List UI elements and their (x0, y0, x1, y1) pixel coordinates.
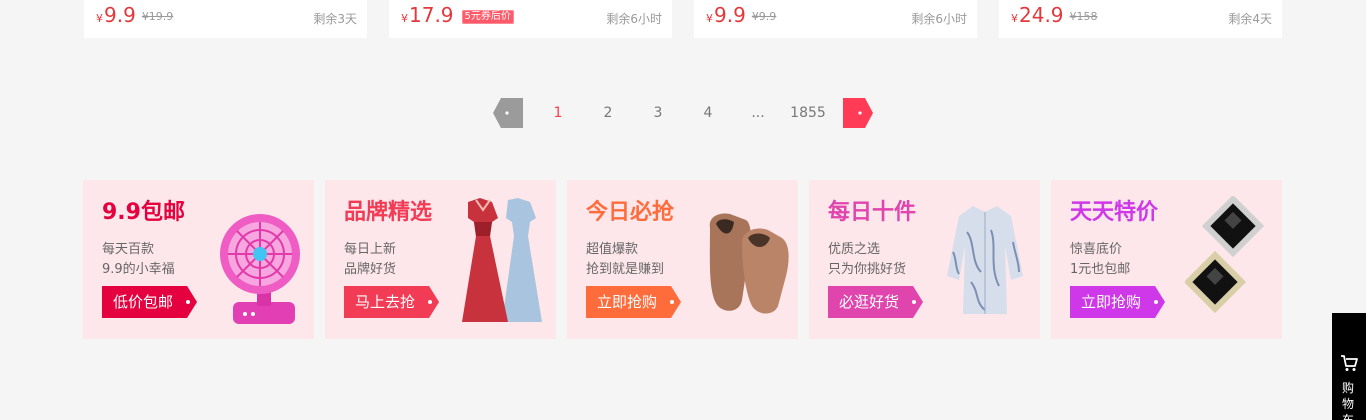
time-remaining: 剩余6小时 (911, 12, 967, 26)
time-remaining: 剩余6小时 (606, 12, 662, 26)
page-number[interactable]: 1855 (788, 98, 828, 128)
promo-button[interactable]: 立即抢购 (586, 286, 681, 318)
pagination: 1 2 3 4 ... 1855 (493, 98, 878, 128)
promo-subtitle: 每天百款 9.9的小幸福 (102, 242, 175, 277)
promo-banner-brand[interactable]: 品牌精选 每日上新 品牌好货 马上去抢 (325, 180, 556, 339)
promo-title: 每日十件 (828, 200, 917, 225)
promo-subtitle: 惊喜底价 1元也包邮 (1070, 242, 1131, 277)
promo-button[interactable]: 必逛好货 (828, 286, 923, 318)
promo-title: 品牌精选 (344, 200, 433, 225)
product-price: ¥9.9 ¥9.9 (706, 3, 777, 27)
loafers-icon (709, 213, 789, 314)
side-cart-bar[interactable]: 购物车 (1332, 313, 1366, 420)
cart-label: 购物车 (1342, 381, 1355, 420)
time-remaining: 剩余4天 (1228, 12, 1272, 26)
page-ellipsis: ... (751, 105, 765, 121)
page-number[interactable]: 2 (588, 98, 628, 128)
product-card[interactable]: ¥9.9 ¥19.9 剩余3天 (84, 0, 367, 38)
original-price: ¥19.9 (141, 10, 174, 23)
next-page-button[interactable] (843, 98, 873, 128)
original-price: ¥9.9 (751, 10, 777, 23)
coupon-badge: 5元券后价 (461, 10, 514, 24)
earrings-icon (1185, 196, 1265, 314)
product-card[interactable]: ¥24.9 ¥158 剩余4天 (999, 0, 1282, 38)
time-remaining: 剩余3天 (313, 12, 357, 26)
promo-banner-9-9[interactable]: 9.9包邮 每天百款 9.9的小幸福 低价包邮 (83, 180, 314, 339)
product-card[interactable]: ¥17.9 5元券后价 剩余6小时 (389, 0, 672, 38)
promo-banner-special[interactable]: 天天特价 惊喜底价 1元也包邮 立即抢购 (1051, 180, 1282, 339)
promo-button[interactable]: 低价包邮 (102, 286, 197, 318)
tag-prev-icon (493, 98, 523, 128)
product-price: ¥24.9 ¥158 (1011, 3, 1098, 27)
promo-subtitle: 每日上新 品牌好货 (344, 242, 397, 277)
shirt-icon (947, 206, 1023, 314)
original-price: ¥158 (1069, 10, 1098, 23)
tag-next-icon (843, 98, 873, 128)
dresses-icon (462, 198, 542, 322)
product-card[interactable]: ¥9.9 ¥9.9 剩余6小时 (694, 0, 977, 38)
promo-title: 9.9包邮 (102, 200, 185, 225)
promo-subtitle: 优质之选 只为你挑好货 (828, 242, 907, 277)
prev-page-button[interactable] (493, 98, 523, 128)
page-number[interactable]: 4 (688, 98, 728, 128)
mini-fan-icon (220, 214, 300, 324)
promo-button[interactable]: 马上去抢 (344, 286, 439, 318)
promo-title: 天天特价 (1070, 200, 1159, 225)
promo-button[interactable]: 立即抢购 (1070, 286, 1165, 318)
product-price: ¥17.9 5元券后价 (401, 4, 514, 30)
promo-subtitle: 超值爆款 抢到就是赚到 (586, 242, 665, 277)
promo-title: 今日必抢 (586, 200, 675, 225)
page-number[interactable]: 1 (538, 98, 578, 128)
promo-banner-today[interactable]: 今日必抢 超值爆款 抢到就是赚到 立即抢购 (567, 180, 798, 339)
promo-banner-daily-ten[interactable]: 每日十件 优质之选 只为你挑好货 必逛好货 (809, 180, 1040, 339)
cart-icon (1341, 355, 1358, 371)
page-number[interactable]: 3 (638, 98, 678, 128)
product-price: ¥9.9 ¥19.9 (96, 3, 174, 27)
